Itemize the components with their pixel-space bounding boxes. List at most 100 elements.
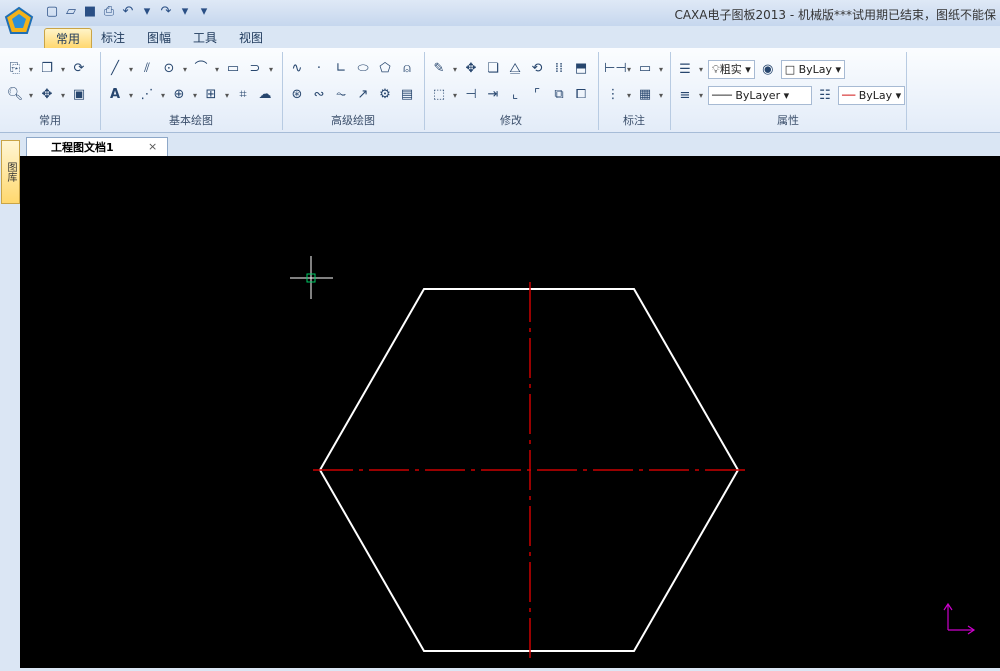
text-style-icon[interactable]: ▭ xyxy=(636,60,654,78)
dropdown-icon[interactable]: ▾ xyxy=(192,91,198,100)
linetype-manager-icon[interactable]: ☷ xyxy=(816,87,834,105)
color-select[interactable]: □ ByLay ▾ xyxy=(780,60,846,79)
dropdown-icon[interactable]: ▾ xyxy=(658,65,664,74)
document-tab[interactable]: 工程图文档1 xyxy=(26,137,168,157)
angle-line-icon[interactable]: ∟ xyxy=(332,60,350,78)
dropdown-icon[interactable]: ▾ xyxy=(626,91,632,100)
layer-select[interactable]: 💡︎粗实 ▾ xyxy=(708,60,755,79)
dropdown-icon[interactable]: ▾ xyxy=(698,91,704,100)
fillet-icon[interactable]: ⌞ xyxy=(506,86,524,104)
array-icon[interactable]: ⁞⁞ xyxy=(550,60,568,78)
group-label-annotate: 标注 xyxy=(623,114,645,127)
break-line-icon[interactable]: ⏦ xyxy=(332,86,350,104)
text-icon[interactable]: A xyxy=(106,86,124,104)
layer-manager-icon[interactable]: ☰ xyxy=(676,61,694,79)
chamfer-icon[interactable]: ⌜ xyxy=(528,86,546,104)
undo-icon[interactable]: ↶ xyxy=(120,4,136,20)
point-icon[interactable]: · xyxy=(310,60,328,78)
tab-annotate[interactable]: 标注 xyxy=(90,28,136,48)
layer-properties-icon[interactable]: ⎘ xyxy=(6,60,24,78)
break-icon[interactable]: ⇥ xyxy=(484,86,502,104)
dropdown-icon[interactable]: ▾ xyxy=(128,91,134,100)
dropdown-icon[interactable]: ▾ xyxy=(60,91,66,100)
tab-tools[interactable]: 工具 xyxy=(182,28,228,48)
dropdown-icon[interactable]: ▾ xyxy=(452,65,458,74)
linetype-select[interactable]: ─── ByLayer ▾ xyxy=(708,86,812,105)
pipe-icon[interactable]: ▤ xyxy=(398,86,416,104)
explode-icon[interactable]: ⧠ xyxy=(572,86,590,104)
spline-icon[interactable]: ∿ xyxy=(288,60,306,78)
open-icon[interactable]: ▱ xyxy=(63,4,79,20)
dropdown-icon[interactable]: ▾ xyxy=(698,65,704,74)
scale-icon[interactable]: ⬒ xyxy=(572,60,590,78)
dropdown-icon[interactable]: ▾ xyxy=(268,65,274,74)
color-wheel-icon[interactable]: ◉ xyxy=(759,61,777,79)
hole-icon[interactable]: ⊛ xyxy=(288,86,306,104)
dropdown-icon[interactable]: ▾ xyxy=(452,91,458,100)
parallel-line-icon[interactable]: ⫽ xyxy=(138,60,156,78)
tab-view[interactable]: 视图 xyxy=(228,28,274,48)
revision-icon[interactable]: ⍝ xyxy=(398,60,416,78)
table-icon[interactable]: ▦ xyxy=(636,86,654,104)
copy-icon[interactable]: ❏ xyxy=(484,60,502,78)
copy-properties-icon[interactable]: ❐ xyxy=(38,60,56,78)
mirror-icon[interactable]: ⧋ xyxy=(506,60,524,78)
refresh-icon[interactable]: ⟳ xyxy=(70,60,88,78)
linetype-value: ByLayer xyxy=(735,89,781,102)
image-icon[interactable]: ⌗ xyxy=(234,86,252,104)
tab-common[interactable]: 常用 xyxy=(44,28,93,49)
extend-icon[interactable]: ⊣ xyxy=(462,86,480,104)
rotate-icon[interactable]: ⟲ xyxy=(528,60,546,78)
drawing-canvas[interactable] xyxy=(20,156,1000,668)
close-icon[interactable]: × xyxy=(148,140,157,153)
polygon-icon[interactable]: ⬠ xyxy=(376,60,394,78)
ribbon-tabbar: 常用 标注 图幅 工具 视图 xyxy=(0,26,1000,49)
dropdown-icon[interactable]: ▾ xyxy=(214,65,220,74)
tab-sheet[interactable]: 图幅 xyxy=(136,28,182,48)
cloud-icon[interactable]: ☁ xyxy=(256,86,274,104)
new-icon[interactable]: ▢ xyxy=(44,4,60,20)
dropdown-icon[interactable]: ▾ xyxy=(224,91,230,100)
match-properties-icon[interactable]: ▣ xyxy=(70,86,88,104)
pan-icon[interactable]: ✥ xyxy=(38,86,56,104)
move-icon[interactable]: ✥ xyxy=(462,60,480,78)
customize-dropdown-icon[interactable]: ▾ xyxy=(196,4,212,20)
trim-icon[interactable]: ⬚ xyxy=(430,86,448,104)
rectangle-icon[interactable]: ▭ xyxy=(224,60,242,78)
print-icon[interactable]: ⎙ xyxy=(101,4,117,20)
dropdown-icon[interactable]: ▾ xyxy=(28,65,34,74)
tolerance-icon[interactable]: ⋮ xyxy=(604,86,622,104)
stretch-icon[interactable]: ⧉ xyxy=(550,86,568,104)
library-panel-button[interactable]: 图库 xyxy=(1,140,20,204)
centerline-icon[interactable]: ⋰ xyxy=(138,86,156,104)
gear-icon[interactable]: ⚙ xyxy=(376,86,394,104)
ribbon: ⎘ ▾ ❐ ▾ ⟳ 🔍︎ ▾ ✥ ▾ ▣ 常用 ╱ ▾ ⫽ ⊙ ▾ ⌒ ▾ ▭ ⊃ ▾ A ▾ ⋰… xyxy=(0,48,1000,133)
dropdown-icon[interactable]: ▾ xyxy=(182,65,188,74)
wave-line-icon[interactable]: ∾ xyxy=(310,86,328,104)
lineweight-select[interactable]: ── ByLay ▾ xyxy=(838,86,906,105)
redo-icon[interactable]: ↷ xyxy=(158,4,174,20)
redo-dropdown-icon[interactable]: ▾ xyxy=(177,4,193,20)
arc-icon[interactable]: ⌒ xyxy=(192,60,210,78)
app-logo-icon[interactable] xyxy=(4,6,34,36)
dimension-icon[interactable]: ⊢⊣ xyxy=(604,60,627,78)
hatch-icon[interactable]: ⊕ xyxy=(170,86,188,104)
dropdown-icon[interactable]: ▾ xyxy=(28,91,34,100)
block-icon[interactable]: ⊞ xyxy=(202,86,220,104)
polyline-icon[interactable]: ⊃ xyxy=(246,60,264,78)
dropdown-icon[interactable]: ▾ xyxy=(128,65,134,74)
arrow-icon[interactable]: ↗ xyxy=(354,86,372,104)
line-icon[interactable]: ╱ xyxy=(106,60,124,78)
dropdown-icon[interactable]: ▾ xyxy=(160,91,166,100)
dropdown-icon[interactable]: ▾ xyxy=(626,65,632,74)
zoom-icon[interactable]: 🔍︎ xyxy=(6,86,24,104)
lineweight-icon[interactable]: ≡ xyxy=(676,87,694,105)
undo-dropdown-icon[interactable]: ▾ xyxy=(139,4,155,20)
dropdown-icon[interactable]: ▾ xyxy=(60,65,66,74)
dropdown-icon[interactable]: ▾ xyxy=(658,91,664,100)
save-icon[interactable]: ■ xyxy=(82,4,98,20)
circle-icon[interactable]: ⊙ xyxy=(160,60,178,78)
group-advanced-draw: ∿ · ∟ ⬭ ⬠ ⍝ ⊛ ∾ ⏦ ↗ ⚙ ▤ 高级绘图 xyxy=(282,52,425,130)
erase-icon[interactable]: ✎ xyxy=(430,60,448,78)
ellipse-icon[interactable]: ⬭ xyxy=(354,60,372,78)
